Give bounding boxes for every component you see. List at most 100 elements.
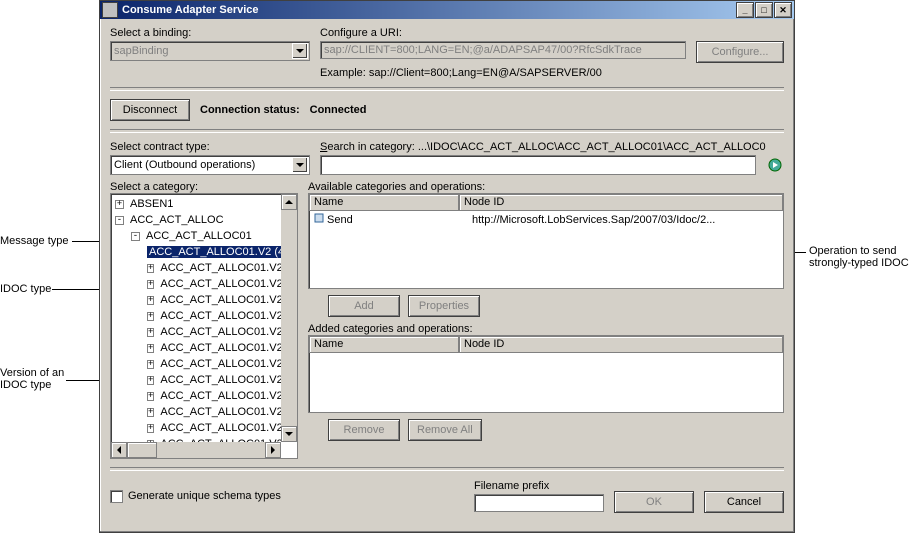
tree-label: ACC_ACT_ALLOC01.V2 (5 [158,422,281,434]
available-col-nodeid[interactable]: Node ID [459,194,783,211]
tree-row[interactable]: -ACC_ACT_ALLOC01 [113,228,279,244]
added-listview[interactable]: Name Node ID [308,335,784,413]
annotation-operation: Operation to send strongly-typed IDOC [809,245,909,269]
tree-label: ACC_ACT_ALLOC01.V2 (4 [158,294,281,306]
op-nodeid: http://Microsoft.LobServices.Sap/2007/03… [468,214,782,226]
tree-label: ACC_ACT_ALLOC [128,214,226,226]
annotation-version: Version of an IDOC type [0,367,64,391]
unique-schema-checkbox[interactable] [110,490,123,503]
filename-label: Filename prefix [474,480,604,492]
tree-row[interactable]: + ACC_ACT_ALLOC01.V2 (4 [113,276,279,292]
contract-select[interactable]: Client (Outbound operations) [110,155,310,175]
cancel-button[interactable]: Cancel [704,491,784,513]
search-go-button[interactable] [766,156,784,174]
tree-label: ACC_ACT_ALLOC01.V2 (4 [158,326,281,338]
scroll-up-icon[interactable] [281,194,297,210]
status-label: Connection status: [200,104,300,116]
tree-label: ABSEN1 [128,198,175,210]
scroll-right-icon[interactable] [265,442,281,458]
window-title: Consume Adapter Service [122,4,736,16]
search-label: Search in category: ...\IDOC\ACC_ACT_ALL… [320,141,784,153]
chevron-down-icon [292,43,308,59]
tree-label: ACC_ACT_ALLOC01.V2 (4 [158,374,281,386]
removeall-button[interactable]: Remove All [408,419,482,441]
filename-input[interactable] [474,494,604,512]
added-label: Added categories and operations: [308,323,473,335]
tree-row[interactable]: ACC_ACT_ALLOC01.V2 (4 [113,244,279,260]
collapse-icon[interactable]: - [131,232,140,241]
uri-example: Example: sap://Client=800;Lang=EN@A/SAPS… [320,67,784,79]
tree-row[interactable]: + ACC_ACT_ALLOC01.V2 (5 [113,420,279,436]
annotation-message-type: Message type [0,235,68,247]
tree-label: ACC_ACT_ALLOC01.V2 (4 [158,390,281,402]
expand-icon[interactable]: + [147,344,154,353]
scroll-left-icon[interactable] [111,442,127,458]
status-value: Connected [310,104,367,116]
tree-label: ACC_ACT_ALLOC01.V2 (4 [158,262,281,274]
tree-row[interactable]: + ACC_ACT_ALLOC01.V2 (4 [113,292,279,308]
properties-button[interactable]: Properties [408,295,480,317]
titlebar: Consume Adapter Service _ □ ✕ [100,1,794,19]
tree-label: ACC_ACT_ALLOC01.V2 (4 [147,246,281,258]
list-item[interactable]: Sendhttp://Microsoft.LobServices.Sap/200… [310,212,782,227]
tree-scrollbar-horizontal[interactable] [111,442,281,458]
add-button[interactable]: Add [328,295,400,317]
available-label: Available categories and operations: [308,181,485,193]
tree-scrollbar-vertical[interactable] [281,194,297,442]
disconnect-button[interactable]: Disconnect [110,99,190,121]
contract-label: Select contract type: [110,141,310,153]
dialog-window: Consume Adapter Service _ □ ✕ Select a b… [99,0,795,533]
expand-icon[interactable]: + [147,360,154,369]
binding-select[interactable]: sapBinding [110,41,310,61]
added-col-nodeid[interactable]: Node ID [459,336,783,353]
tree-label: ACC_ACT_ALLOC01.V2 (4 [158,358,281,370]
added-col-name[interactable]: Name [309,336,459,353]
close-button[interactable]: ✕ [774,2,792,18]
app-icon [102,2,118,18]
tree-row[interactable]: + ACC_ACT_ALLOC01.V2 (4 [113,388,279,404]
tree-row[interactable]: + ABSEN1 [113,196,279,212]
maximize-button[interactable]: □ [755,2,773,18]
expand-icon[interactable]: + [147,280,154,289]
expand-icon[interactable]: + [147,376,154,385]
tree-label: ACC_ACT_ALLOC01.V2 (4 [158,310,281,322]
tree-row[interactable]: + ACC_ACT_ALLOC01.V2 (4 [113,260,279,276]
tree-row[interactable]: + ACC_ACT_ALLOC01.V2 (4 [113,356,279,372]
expand-icon[interactable]: + [147,424,154,433]
arrow-right-icon [768,158,782,172]
tree-row[interactable]: -ACC_ACT_ALLOC [113,212,279,228]
scroll-down-icon[interactable] [281,426,297,442]
tree-row[interactable]: + ACC_ACT_ALLOC01.V2 (5 [113,404,279,420]
minimize-button[interactable]: _ [736,2,754,18]
expand-icon[interactable]: + [115,200,124,209]
configure-button[interactable]: Configure... [696,41,784,63]
binding-label: Select a binding: [110,27,310,39]
tree-row[interactable]: + ACC_ACT_ALLOC01.V2 (4 [113,324,279,340]
chevron-down-icon [292,157,308,173]
expand-icon[interactable]: + [147,296,154,305]
tree-label: ACC_ACT_ALLOC01 [144,230,254,242]
category-tree[interactable]: +ABSEN1-ACC_ACT_ALLOC-ACC_ACT_ALLOC01ACC… [110,193,298,459]
available-listview[interactable]: Name Node ID Sendhttp://Microsoft.LobSer… [308,193,784,289]
expand-icon[interactable]: + [147,392,154,401]
tree-row[interactable]: + ACC_ACT_ALLOC01.V2 (4 [113,372,279,388]
expand-icon[interactable]: + [147,408,154,417]
remove-button[interactable]: Remove [328,419,400,441]
uri-input [320,41,686,59]
tree-row[interactable]: + ACC_ACT_ALLOC01.V2 (4 [113,308,279,324]
ok-button[interactable]: OK [614,491,694,513]
scrollbar-thumb[interactable] [127,442,157,458]
tree-label: ACC_ACT_ALLOC01.V2 (4 [158,342,281,354]
expand-icon[interactable]: + [147,264,154,273]
category-label: Select a category: [110,181,198,193]
available-col-name[interactable]: Name [309,194,459,211]
uri-label: Configure a URI: [320,27,784,39]
search-input[interactable] [320,155,756,175]
expand-icon[interactable]: + [147,312,154,321]
collapse-icon[interactable]: - [115,216,124,225]
unique-schema-label: Generate unique schema types [128,490,281,502]
tree-label: ACC_ACT_ALLOC01.V2 (5 [158,406,281,418]
expand-icon[interactable]: + [147,328,154,337]
tree-row[interactable]: + ACC_ACT_ALLOC01.V2 (4 [113,340,279,356]
tree-label: ACC_ACT_ALLOC01.V2 (4 [158,278,281,290]
